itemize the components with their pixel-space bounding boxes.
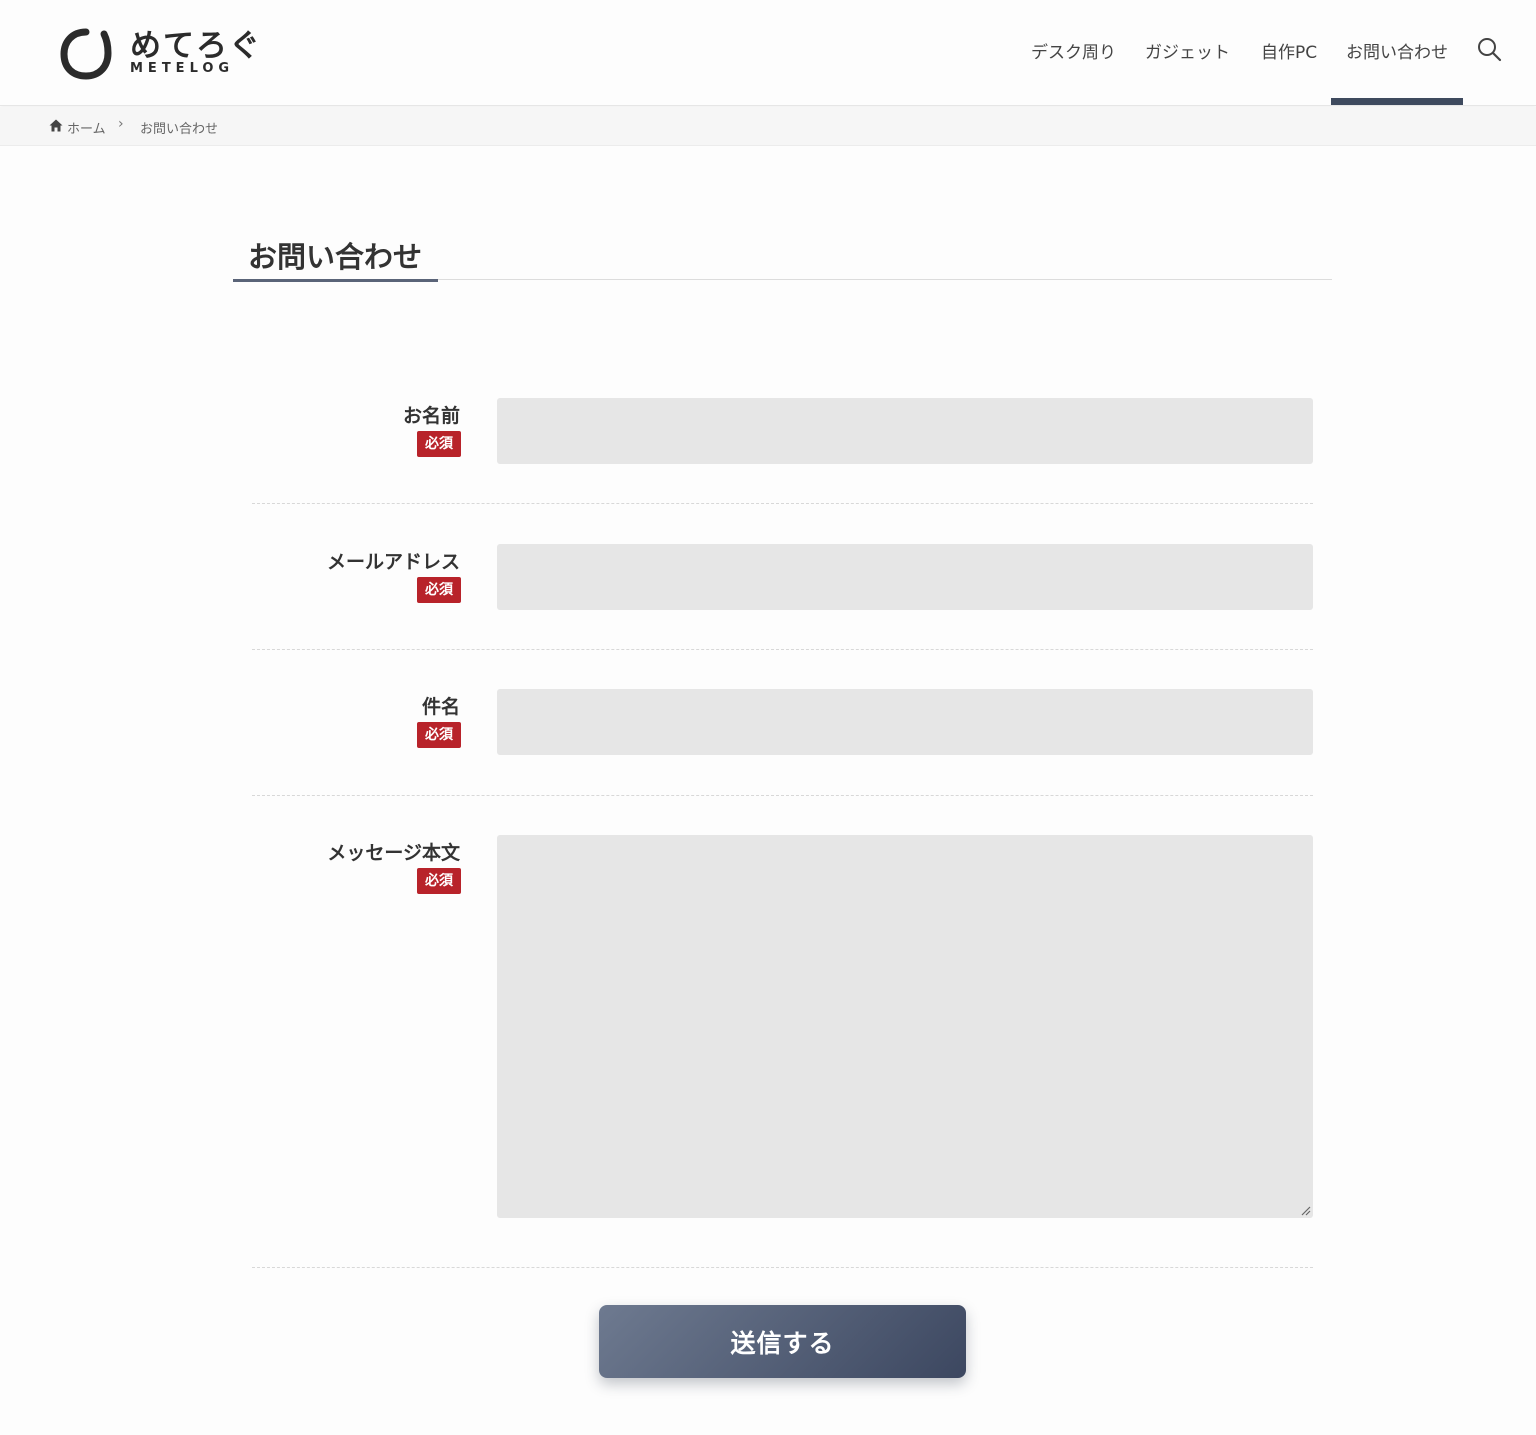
site-header: めてろぐ METELOG デスク周り ガジェット 自作PC お問い合わせ [0, 0, 1536, 106]
nav-item-desk[interactable]: デスク周り [1031, 38, 1116, 63]
logo-mark-icon [60, 28, 112, 80]
subject-label: 件名 [421, 696, 460, 718]
name-label: お名前 [402, 405, 460, 427]
resize-handle-icon[interactable] [1299, 1204, 1311, 1216]
form-divider [252, 795, 1313, 796]
breadcrumb-current: お問い合わせ [140, 122, 219, 137]
nav-item-gadget[interactable]: ガジェット [1145, 38, 1230, 63]
message-textarea[interactable] [497, 835, 1313, 1218]
name-input[interactable] [497, 398, 1313, 464]
site-logo[interactable]: めてろぐ METELOG [60, 22, 260, 80]
logo-subtitle: METELOG [130, 61, 235, 76]
breadcrumb: ホーム › お問い合わせ [0, 107, 1536, 146]
email-input[interactable] [497, 544, 1313, 610]
form-divider [252, 1267, 1313, 1268]
required-badge: 必須 [417, 431, 461, 457]
required-badge: 必須 [417, 577, 461, 603]
required-badge: 必須 [417, 868, 461, 894]
email-label: メールアドレス [326, 551, 460, 573]
nav-active-indicator [1331, 98, 1463, 105]
logo-wordmark: めてろぐ [130, 28, 262, 64]
message-label: メッセージ本文 [327, 842, 460, 864]
required-badge: 必須 [417, 722, 461, 748]
search-icon[interactable] [1476, 36, 1502, 62]
nav-item-custom-pc[interactable]: 自作PC [1261, 38, 1317, 63]
subject-input[interactable] [497, 689, 1313, 755]
breadcrumb-separator: › [118, 116, 124, 132]
submit-button[interactable]: 送信する [599, 1305, 966, 1378]
form-divider [252, 649, 1313, 650]
form-divider [252, 503, 1313, 504]
home-icon[interactable] [49, 119, 63, 132]
nav-item-contact[interactable]: お問い合わせ [1346, 38, 1448, 63]
breadcrumb-home-link[interactable]: ホーム [67, 118, 106, 137]
title-underline [233, 279, 438, 282]
page-title: お問い合わせ [248, 240, 423, 274]
